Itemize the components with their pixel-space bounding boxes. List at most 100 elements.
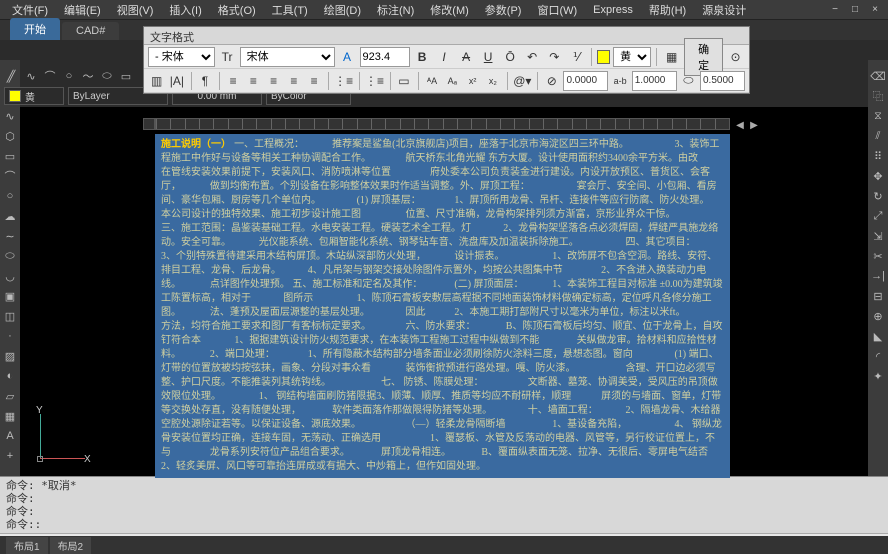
text-color-swatch[interactable]	[597, 50, 610, 64]
array-icon[interactable]: ⠿	[870, 148, 886, 164]
rotate-icon[interactable]: ↻	[870, 188, 886, 204]
options-icon[interactable]: ⊙	[726, 47, 745, 67]
point-icon[interactable]: ·	[2, 328, 18, 344]
ellipse-arc-icon[interactable]: ◡	[2, 268, 18, 284]
hatch-icon[interactable]: ▨	[2, 348, 18, 364]
tab-start[interactable]: 开始	[10, 18, 60, 40]
annotative-icon[interactable]: A	[338, 47, 357, 67]
tracking-value[interactable]: 1.0000	[632, 71, 677, 91]
menu-file[interactable]: 文件(F)	[4, 0, 56, 20]
insert-block-icon[interactable]: ▣	[2, 288, 18, 304]
align-center-icon[interactable]: ≡	[245, 71, 262, 91]
menu-view[interactable]: 视图(V)	[109, 0, 162, 20]
circle-icon[interactable]: ○	[61, 68, 77, 84]
ellipse-icon[interactable]: ⬭	[99, 68, 115, 84]
table-icon[interactable]: ▦	[2, 408, 18, 424]
arc-tool-icon[interactable]: ⌒	[2, 168, 18, 184]
stretch-icon[interactable]: ⇲	[870, 228, 886, 244]
gradient-icon[interactable]: ◐	[2, 368, 18, 384]
polyline-icon[interactable]: ∿	[23, 68, 39, 84]
underline-button[interactable]: U	[479, 47, 498, 67]
maximize-icon[interactable]: □	[846, 3, 864, 17]
menu-yuanquan[interactable]: 源泉设计	[694, 0, 754, 20]
paragraph-icon[interactable]: ¶	[196, 71, 213, 91]
close-icon[interactable]: ×	[866, 3, 884, 17]
mtext-tool-icon[interactable]: A	[2, 428, 18, 444]
horizontal-ruler[interactable]	[155, 118, 730, 130]
break-icon[interactable]: ⊟	[870, 288, 886, 304]
menu-format[interactable]: 格式(O)	[210, 0, 264, 20]
superscript-icon[interactable]: x²	[464, 71, 481, 91]
region-icon[interactable]: ▱	[2, 388, 18, 404]
strike-button[interactable]: A	[457, 47, 476, 67]
subscript-icon[interactable]: x₂	[484, 71, 501, 91]
layout-tab-1[interactable]: 布局1	[6, 537, 48, 554]
polyline-tool-icon[interactable]: ∿	[2, 108, 18, 124]
menu-edit[interactable]: 编辑(E)	[56, 0, 109, 20]
offset-icon[interactable]: ⫽	[870, 128, 886, 144]
join-icon[interactable]: ⊕	[870, 308, 886, 324]
menu-tools[interactable]: 工具(T)	[264, 0, 316, 20]
menu-window[interactable]: 窗口(W)	[529, 0, 585, 20]
bold-button[interactable]: B	[413, 47, 432, 67]
trim-icon[interactable]: ✂	[870, 248, 886, 264]
line-icon[interactable]: ╱	[4, 68, 20, 84]
oblique-icon[interactable]: ⊘	[543, 71, 560, 91]
mirror-icon[interactable]: ⧖	[870, 108, 886, 124]
erase-icon[interactable]: ⌫	[870, 68, 886, 84]
chamfer-icon[interactable]: ◣	[870, 328, 886, 344]
font-size-input[interactable]	[360, 47, 410, 67]
overline-button[interactable]: Ō	[501, 47, 520, 67]
ruler-icon[interactable]: ▦	[662, 47, 681, 67]
make-block-icon[interactable]: ◫	[2, 308, 18, 324]
stack-button[interactable]: ⅟	[567, 47, 586, 67]
width-value[interactable]: 0.5000	[700, 71, 745, 91]
spline-icon[interactable]: ～	[80, 68, 96, 84]
uppercase-icon[interactable]: ᴬA	[423, 71, 440, 91]
mtext-editor[interactable]: 施工说明（一） 一、工程概况： 推荐案是鲨鱼(北京旗舰店)项目，座落于北京市海淀…	[155, 134, 730, 478]
menu-dimension[interactable]: 标注(N)	[369, 0, 422, 20]
italic-button[interactable]: I	[435, 47, 454, 67]
ruler-left-arrow-icon[interactable]: ◀	[733, 120, 747, 130]
extend-icon[interactable]: →|	[870, 268, 886, 284]
lowercase-icon[interactable]: Aₐ	[444, 71, 461, 91]
rectangle-icon[interactable]: ▭	[2, 148, 18, 164]
menu-help[interactable]: 帮助(H)	[641, 0, 694, 20]
arc-icon[interactable]: ⌒	[42, 68, 58, 84]
linespace-icon[interactable]: ⋮≡	[334, 71, 354, 91]
ruler-right-arrow-icon[interactable]: ▶	[747, 120, 761, 130]
text-style-select[interactable]: - 宋体	[148, 47, 215, 67]
command-window[interactable]: 命令: *取消* 命令: 命令: 命令:: >_ MTEDIT _mtedit	[0, 476, 888, 536]
numbering-icon[interactable]: ⋮≡	[365, 71, 385, 91]
align-right-icon[interactable]: ≡	[265, 71, 282, 91]
polygon-icon[interactable]: ⬡	[2, 128, 18, 144]
field-icon[interactable]: ▭	[395, 71, 412, 91]
symbol-icon[interactable]: @▾	[512, 71, 532, 91]
layout-tab-2[interactable]: 布局2	[50, 537, 92, 554]
fillet-icon[interactable]: ◜	[870, 348, 886, 364]
font-family-select[interactable]: 宋体	[240, 47, 335, 67]
tab-doc[interactable]: CAD#	[62, 22, 119, 40]
text-body[interactable]: 一、工程概况： 推荐案是鲨鱼(北京旗舰店)项目，座落于北京市海淀区四三环中路。 …	[161, 139, 748, 472]
addselect-icon[interactable]: +	[2, 448, 18, 464]
menu-modify[interactable]: 修改(M)	[422, 0, 477, 20]
menu-draw[interactable]: 绘图(D)	[316, 0, 369, 20]
scale-icon[interactable]: ⤢	[870, 208, 886, 224]
align-justify-icon[interactable]: ≡	[285, 71, 302, 91]
color-property[interactable]: 黄	[4, 87, 64, 105]
text-title[interactable]: 施工说明（一）	[161, 139, 231, 150]
ellipse-tool-icon[interactable]: ⬭	[2, 248, 18, 264]
oblique-value[interactable]: 0.0000	[563, 71, 608, 91]
explode-icon[interactable]: ✦	[870, 368, 886, 384]
width-icon[interactable]: ⬭	[680, 71, 697, 91]
circle-tool-icon[interactable]: ○	[2, 188, 18, 204]
menu-insert[interactable]: 插入(I)	[161, 0, 209, 20]
move-icon[interactable]: ✥	[870, 168, 886, 184]
menu-express[interactable]: Express	[585, 2, 641, 18]
redo-button[interactable]: ↷	[545, 47, 564, 67]
color-select[interactable]: 黄	[613, 47, 651, 67]
rect-icon[interactable]: ▭	[118, 68, 134, 84]
revision-cloud-icon[interactable]: ☁	[2, 208, 18, 224]
menu-parametric[interactable]: 参数(P)	[477, 0, 530, 20]
align-distribute-icon[interactable]: ≡	[306, 71, 323, 91]
